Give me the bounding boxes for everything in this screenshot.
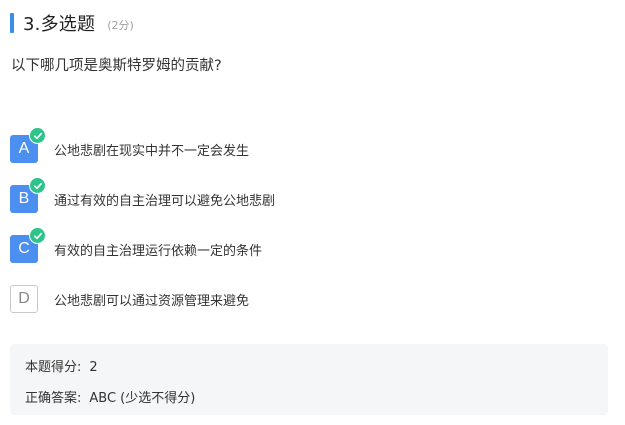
option-letter-label: A xyxy=(18,140,30,157)
correct-answer-value: ABC (少选不得分) xyxy=(89,391,196,406)
option-letter-label: C xyxy=(18,240,30,257)
score-label: 本题得分: xyxy=(25,360,82,375)
accent-bar xyxy=(10,13,14,33)
option-letter-d[interactable]: D xyxy=(10,285,38,313)
option-text: 通过有效的自主治理可以避免公地悲剧 xyxy=(54,193,276,209)
check-circle-icon xyxy=(29,127,46,144)
answer-panel: 本题得分: 2 正确答案: ABC (少选不得分) xyxy=(10,344,608,415)
score-value: 2 xyxy=(89,360,98,375)
question-title: 3.多选题 xyxy=(23,14,96,35)
option-a[interactable]: A 公地悲剧在现实中并不一定会发生 xyxy=(10,127,275,164)
option-text: 有效的自主治理运行依赖一定的条件 xyxy=(54,243,263,259)
check-circle-icon xyxy=(29,177,46,194)
score-row: 本题得分: 2 xyxy=(25,356,98,375)
option-text: 公地悲剧可以通过资源管理来避免 xyxy=(54,293,250,309)
option-list: A 公地悲剧在现实中并不一定会发生 B 通过有效的自主治理可以避免公地悲剧 C … xyxy=(10,127,276,334)
check-circle-icon xyxy=(29,227,46,244)
option-c[interactable]: C 有效的自主治理运行依赖一定的条件 xyxy=(10,227,275,264)
option-letter-b[interactable]: B xyxy=(10,177,46,213)
option-text: 公地悲剧在现实中并不一定会发生 xyxy=(54,143,250,159)
question-text: 以下哪几项是奥斯特罗姆的贡献? xyxy=(11,58,222,74)
option-letter-label: D xyxy=(18,290,30,307)
option-d[interactable]: D 公地悲剧可以通过资源管理来避免 xyxy=(10,284,275,314)
option-letter-label: B xyxy=(18,190,30,207)
correct-answer-label: 正确答案: xyxy=(25,391,82,406)
question-score: (2分) xyxy=(107,19,134,32)
question-header: 3.多选题 (2分) xyxy=(10,12,134,35)
option-letter-a[interactable]: A xyxy=(10,127,46,163)
option-letter-c[interactable]: C xyxy=(10,227,46,263)
correct-answer-row: 正确答案: ABC (少选不得分) xyxy=(25,387,195,406)
option-b[interactable]: B 通过有效的自主治理可以避免公地悲剧 xyxy=(10,177,276,214)
